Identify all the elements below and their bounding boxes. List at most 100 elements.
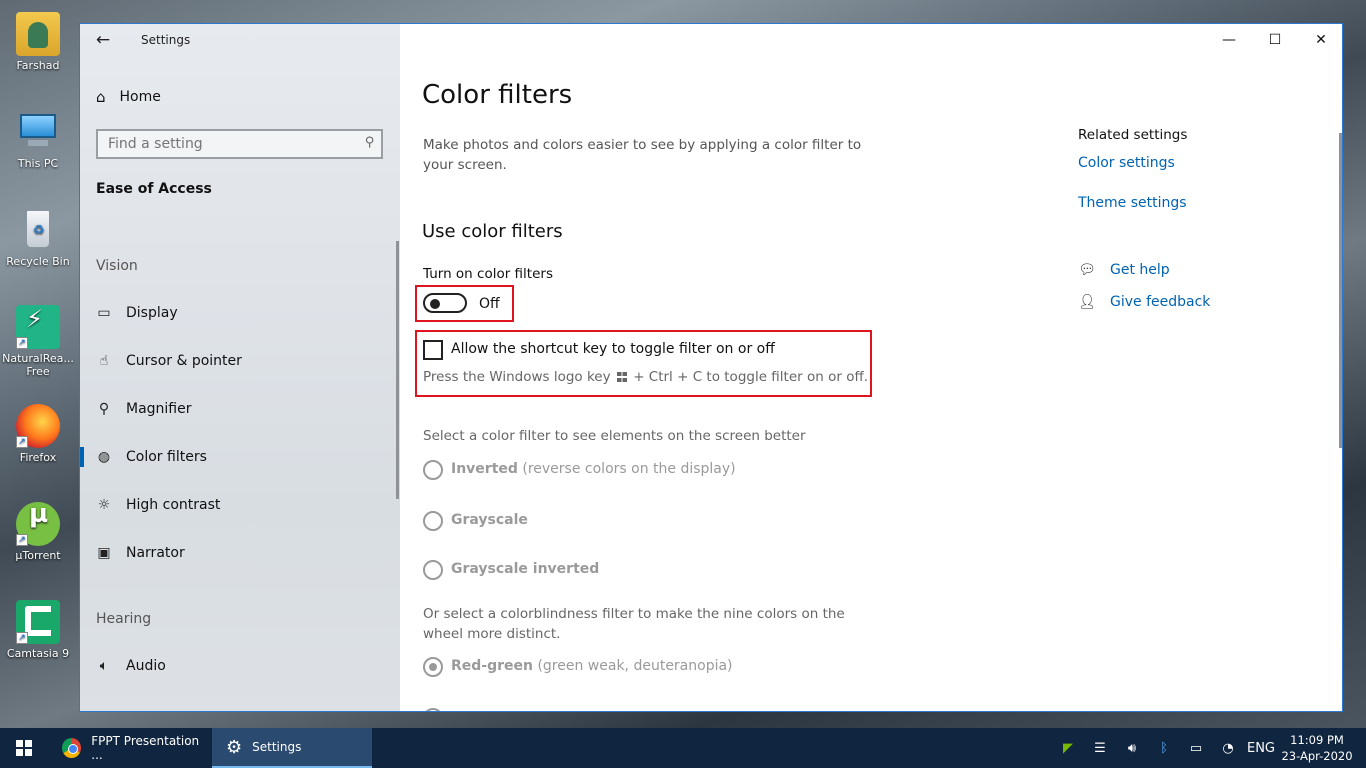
- action-center-icon[interactable]: ☰: [1084, 741, 1116, 756]
- firefox-icon: ↗: [16, 404, 60, 448]
- give-feedback-link[interactable]: 👤︎ Give feedback: [1078, 294, 1210, 310]
- get-help-label: Get help: [1110, 262, 1170, 278]
- sidebar-item-magnifier[interactable]: ⚲ Magnifier: [80, 393, 400, 425]
- wifi-icon[interactable]: ◔: [1212, 741, 1244, 756]
- palette-icon: ◍: [97, 449, 111, 465]
- minimize-button[interactable]: —: [1206, 24, 1252, 56]
- radio-name: Grayscale: [451, 512, 528, 528]
- main-content: — ☐ ✕ Color filters Make photos and colo…: [400, 24, 1342, 711]
- radio-grayscale-inverted-label[interactable]: Grayscale inverted: [451, 561, 599, 577]
- display-icon: ▭: [97, 305, 111, 321]
- radio-grayscale-label[interactable]: Grayscale: [451, 512, 528, 528]
- windows-logo-icon: [616, 372, 627, 382]
- desktop-icon-label: NaturalRea... Free: [2, 352, 74, 378]
- nvidia-icon[interactable]: ◤: [1052, 741, 1084, 756]
- sidebar-item-high-contrast[interactable]: ☼ High contrast: [80, 489, 400, 521]
- shortcut-checkbox-label[interactable]: Allow the shortcut key to toggle filter …: [451, 341, 775, 357]
- shortcut-hint: Press the Windows logo key + Ctrl + C to…: [423, 369, 868, 385]
- sidebar-item-label: Color filters: [126, 449, 207, 465]
- recycle-bin-icon: ♻: [16, 208, 60, 252]
- give-feedback-label: Give feedback: [1110, 294, 1211, 310]
- desktop-icon-label: Firefox: [19, 451, 57, 464]
- windows-logo-icon: [16, 740, 32, 756]
- window-title: Settings: [141, 33, 191, 47]
- desktop-icon-label: µTorrent: [15, 549, 61, 562]
- desktop-icon-this-pc[interactable]: This PC: [2, 110, 74, 170]
- help-chat-icon: 💬︎: [1078, 262, 1096, 278]
- radio-name: Grayscale inverted: [451, 561, 600, 577]
- radio-next-partial[interactable]: [423, 708, 443, 711]
- radio-red-green[interactable]: [423, 657, 443, 677]
- sidebar-item-label: Display: [126, 305, 178, 321]
- theme-settings-link[interactable]: Theme settings: [1078, 195, 1187, 211]
- group-label-vision: Vision: [96, 258, 138, 274]
- taskbar-item-settings[interactable]: ⚙ Settings: [212, 728, 372, 768]
- toggle-state: Off: [479, 296, 500, 312]
- sidebar-item-label: Narrator: [126, 545, 185, 561]
- shortcut-checkbox[interactable]: [423, 340, 443, 360]
- radio-detail: (green weak, deuteranopia): [537, 658, 733, 674]
- desktop-icon-utorrent[interactable]: µ ↗ µTorrent: [2, 501, 74, 562]
- clock[interactable]: 11:09 PM 23-Apr-2020: [1278, 732, 1356, 764]
- sidebar-item-cursor-pointer[interactable]: ☝ Cursor & pointer: [80, 345, 400, 377]
- search-icon[interactable]: ⚲: [365, 135, 375, 150]
- sidebar-scrollbar[interactable]: [396, 241, 399, 499]
- desktop-icon-label: Camtasia 9: [6, 647, 70, 660]
- section-subheading: Use color filters: [422, 221, 563, 242]
- sidebar-item-label: High contrast: [126, 497, 221, 513]
- page-description: Make photos and colors easier to see by …: [423, 137, 862, 173]
- user-folder-icon: [16, 12, 60, 56]
- related-settings-heading: Related settings: [1078, 127, 1188, 143]
- camtasia-icon: ↗: [16, 600, 60, 644]
- radio-red-green-label[interactable]: Red-green (green weak, deuteranopia): [451, 658, 733, 674]
- desktop-icon-camtasia[interactable]: ↗ Camtasia 9: [2, 600, 74, 660]
- start-button[interactable]: [0, 728, 48, 768]
- sidebar-item-narrator[interactable]: ▣ Narrator: [80, 537, 400, 569]
- clock-time: 11:09 PM: [1290, 733, 1344, 747]
- battery-icon[interactable]: ▭: [1180, 741, 1212, 756]
- volume-icon[interactable]: 🔊︎: [1116, 741, 1148, 756]
- search-input[interactable]: [98, 131, 348, 157]
- bluetooth-icon[interactable]: ᛒ: [1148, 741, 1180, 756]
- desktop-icon-firefox[interactable]: ↗ Firefox: [2, 404, 74, 464]
- sidebar-item-display[interactable]: ▭ Display: [80, 297, 400, 329]
- radio-grayscale[interactable]: [423, 511, 443, 531]
- sidebar-item-label: Audio: [126, 658, 166, 674]
- color-settings-link[interactable]: Color settings: [1078, 155, 1175, 171]
- sidebar-item-home[interactable]: ⌂ Home: [96, 86, 161, 108]
- radio-inverted[interactable]: [423, 460, 443, 480]
- maximize-button[interactable]: ☐: [1252, 24, 1298, 56]
- taskbar-item-chrome[interactable]: FPPT Presentation ...: [48, 728, 210, 768]
- content-scrollbar[interactable]: [1339, 133, 1342, 448]
- section-heading: Ease of Access: [96, 181, 212, 197]
- radio-detail: (reverse colors on the display): [522, 461, 736, 477]
- toggle-knob: [430, 299, 440, 309]
- get-help-link[interactable]: 💬︎ Get help: [1078, 262, 1170, 278]
- desktop-icon-naturalreader[interactable]: ⚡ ↗ NaturalRea... Free: [2, 305, 74, 378]
- desktop-icon-farshad[interactable]: Farshad: [2, 12, 74, 72]
- toggle-label: Turn on color filters: [423, 266, 553, 282]
- close-button[interactable]: ✕: [1298, 24, 1342, 56]
- radio-inverted-label[interactable]: Inverted (reverse colors on the display): [451, 461, 736, 477]
- settings-window: ← Settings ⌂ Home ⚲ Ease of Access Visio…: [79, 23, 1343, 712]
- language-indicator[interactable]: ENG: [1244, 741, 1278, 756]
- desktop-icon-label: Farshad: [16, 59, 60, 72]
- sidebar-item-audio[interactable]: 🔈︎ Audio: [80, 650, 400, 682]
- speaker-icon: 🔈︎: [99, 658, 109, 674]
- back-arrow-icon[interactable]: ←: [90, 30, 116, 50]
- shortcut-hint-after: + Ctrl + C to toggle filter on or off.: [633, 369, 869, 385]
- desktop-icon-recycle-bin[interactable]: ♻ Recycle Bin: [2, 208, 74, 268]
- chrome-icon: [62, 738, 82, 758]
- search-box: ⚲: [96, 129, 383, 159]
- sidebar-item-label: Magnifier: [126, 401, 192, 417]
- taskbar: FPPT Presentation ... ⚙ Settings ◤ ☰ 🔊︎ …: [0, 728, 1366, 768]
- system-tray: ◤ ☰ 🔊︎ ᛒ ▭ ◔ ENG 11:09 PM 23-Apr-2020: [1052, 728, 1366, 768]
- sidebar-item-color-filters[interactable]: ◍ Color filters: [80, 441, 400, 473]
- gear-icon: ⚙: [226, 736, 243, 758]
- clock-date: 23-Apr-2020: [1281, 749, 1353, 763]
- utorrent-icon: µ ↗: [16, 501, 60, 546]
- home-icon: ⌂: [96, 88, 106, 106]
- color-filter-toggle[interactable]: [423, 293, 467, 313]
- shortcut-hint-before: Press the Windows logo key: [423, 369, 611, 385]
- radio-grayscale-inverted[interactable]: [423, 560, 443, 580]
